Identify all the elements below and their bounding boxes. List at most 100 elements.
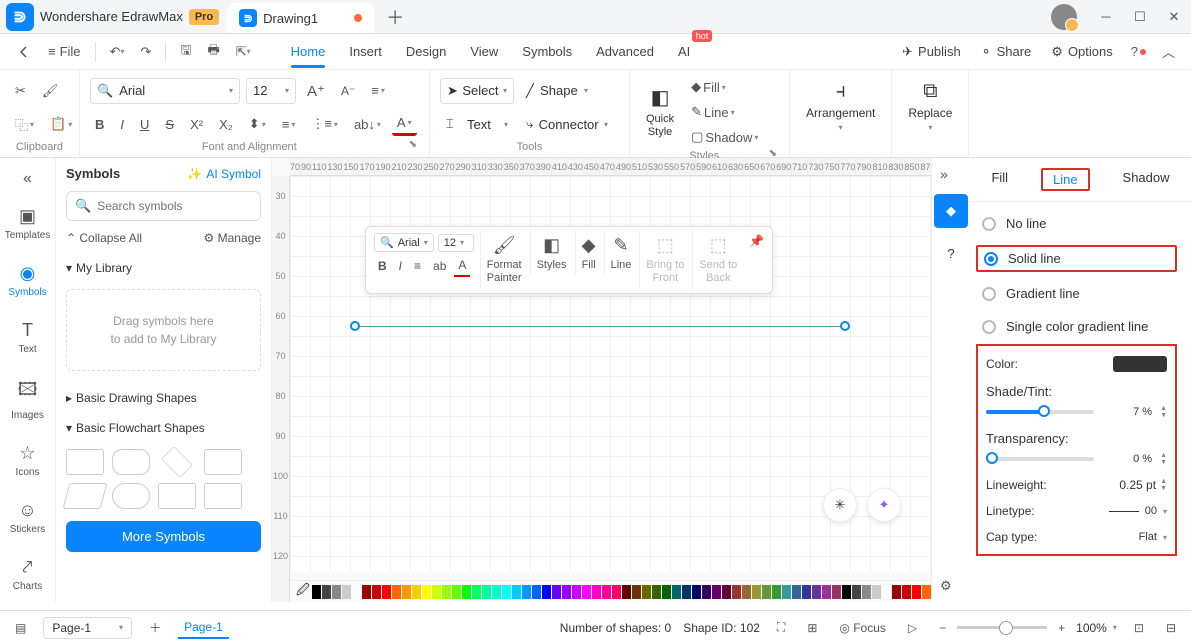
focus-button[interactable]: ◎ Focus — [834, 618, 891, 638]
ai-symbol-button[interactable]: ✨ AI Symbol — [187, 167, 261, 181]
color-swatch-item[interactable] — [612, 585, 621, 599]
tab-ai[interactable]: AIhot — [678, 36, 690, 67]
color-swatch-item[interactable] — [632, 585, 641, 599]
color-swatch-item[interactable] — [642, 585, 651, 599]
shape-doc[interactable] — [204, 449, 242, 475]
rail-charts[interactable]: ⤤Charts — [4, 549, 52, 600]
color-swatch-item[interactable] — [752, 585, 761, 599]
color-swatch-item[interactable] — [522, 585, 531, 599]
linetype-select[interactable]: 00▾ — [1109, 505, 1167, 517]
list-button[interactable]: ⋮≡ ▾ — [306, 113, 343, 135]
back-button[interactable] — [10, 40, 38, 64]
rail-stickers[interactable]: ☺Stickers — [4, 492, 52, 543]
collapse-all-button[interactable]: ⌃ Collapse All — [66, 231, 142, 245]
color-swatch-item[interactable] — [672, 585, 681, 599]
tab-view[interactable]: View — [470, 36, 498, 67]
replace-button[interactable]: ⧉Replace▾ — [902, 76, 958, 136]
color-swatch-item[interactable] — [422, 585, 431, 599]
manage-button[interactable]: ⚙ Manage — [204, 231, 261, 245]
publish-button[interactable]: ✈ Publish — [894, 40, 969, 64]
minimize-button[interactable]: ─ — [1089, 0, 1123, 34]
connector-tool[interactable]: ⤷ Connector▾ — [520, 111, 614, 137]
more-symbols-button[interactable]: More Symbols — [66, 521, 261, 552]
color-swatch-item[interactable] — [482, 585, 491, 599]
color-swatch-item[interactable] — [792, 585, 801, 599]
tab-shadow[interactable]: Shadow — [1113, 168, 1180, 191]
arrangement-button[interactable]: ⫞Arrangement▾ — [800, 76, 881, 136]
shape-capsule[interactable] — [112, 483, 150, 509]
color-swatch-item[interactable] — [352, 585, 361, 599]
fit-page-button[interactable]: ⊡ — [1129, 618, 1149, 638]
increase-font-button[interactable]: A⁺ — [302, 79, 330, 103]
undo-button[interactable]: ↶ ▾ — [104, 40, 131, 64]
color-swatch-item[interactable] — [372, 585, 381, 599]
float-italic[interactable]: I — [395, 256, 406, 276]
shadow-button[interactable]: ▢ Shadow ▾ — [686, 126, 763, 148]
rail-collapse-button[interactable]: « — [19, 166, 36, 192]
font-size-select[interactable]: 12▾ — [246, 78, 296, 104]
shape-parallelogram[interactable] — [63, 483, 108, 509]
color-swatch-item[interactable] — [442, 585, 451, 599]
shape-stored[interactable] — [204, 483, 242, 509]
canvas[interactable]: 🔍 Arial▾ 12▾ B I ≡ ab A 🖌Format Painter … — [290, 176, 931, 572]
float-font-select[interactable]: 🔍 Arial▾ — [374, 233, 434, 252]
tab-line[interactable]: Line — [1041, 168, 1090, 191]
lineweight-stepper[interactable]: ▲▼ — [1160, 478, 1167, 492]
line-handle-start[interactable] — [350, 321, 360, 331]
color-swatch-item[interactable] — [762, 585, 771, 599]
color-swatch-item[interactable] — [382, 585, 391, 599]
float-align[interactable]: ≡ — [410, 256, 425, 276]
my-library-section[interactable]: ▾ My Library — [66, 253, 261, 283]
color-swatch-item[interactable] — [392, 585, 401, 599]
color-swatch-item[interactable] — [862, 585, 871, 599]
align-button[interactable]: ≡ ▾ — [366, 80, 390, 101]
color-swatch-item[interactable] — [872, 585, 881, 599]
color-picker-icon[interactable]: 🖉 — [296, 581, 310, 603]
document-tab[interactable]: ⋑ Drawing1 — [227, 3, 374, 33]
float-pin[interactable]: 📌 — [745, 231, 768, 251]
color-swatch-item[interactable] — [822, 585, 831, 599]
text-direction-button[interactable]: ab↓ ▾ — [349, 114, 386, 135]
decrease-font-button[interactable]: A⁻ — [336, 81, 360, 101]
tab-advanced[interactable]: Advanced — [596, 36, 654, 67]
transparency-stepper[interactable]: ▲▼ — [1160, 452, 1167, 466]
color-swatch-item[interactable] — [602, 585, 611, 599]
transparency-slider[interactable] — [986, 457, 1094, 461]
color-swatch-item[interactable] — [842, 585, 851, 599]
export-button[interactable]: ⇱ ▾ — [230, 40, 257, 64]
underline-button[interactable]: U — [135, 114, 154, 135]
italic-button[interactable]: I — [115, 114, 129, 135]
copy-button[interactable]: ⿻ ▾ — [10, 112, 39, 137]
shape-rect[interactable] — [66, 449, 104, 475]
color-swatch-item[interactable] — [682, 585, 691, 599]
close-button[interactable]: ✕ — [1157, 0, 1191, 34]
color-swatch-item[interactable] — [832, 585, 841, 599]
float-bold[interactable]: B — [374, 256, 391, 276]
user-avatar[interactable] — [1051, 4, 1077, 30]
basic-flowchart-section[interactable]: ▾ Basic Flowchart Shapes — [66, 413, 261, 443]
gradient-line-radio[interactable]: Gradient line — [976, 282, 1177, 305]
ai-assist-button[interactable]: ✦ — [867, 488, 901, 522]
color-swatch-item[interactable] — [332, 585, 341, 599]
symbols-search[interactable]: 🔍 — [66, 191, 261, 221]
help-pane-icon[interactable]: ? — [934, 236, 968, 270]
color-swatch-item[interactable] — [742, 585, 751, 599]
paste-button[interactable]: 📋 ▾ — [45, 113, 77, 135]
color-swatch-item[interactable] — [562, 585, 571, 599]
auto-layout-button[interactable]: ✳ — [823, 488, 857, 522]
color-swatch-item[interactable] — [312, 585, 321, 599]
tab-design[interactable]: Design — [406, 36, 446, 67]
line-shape[interactable] — [355, 326, 845, 328]
float-size-select[interactable]: 12▾ — [438, 234, 474, 252]
maximize-button[interactable]: ☐ — [1123, 0, 1157, 34]
color-swatch-item[interactable] — [662, 585, 671, 599]
options-button[interactable]: ⚙ Options — [1043, 40, 1120, 64]
color-swatch-item[interactable] — [342, 585, 351, 599]
line-handle-end[interactable] — [840, 321, 850, 331]
color-swatch-item[interactable] — [652, 585, 661, 599]
bold-button[interactable]: B — [90, 114, 109, 135]
rail-text[interactable]: TText — [4, 312, 52, 363]
page-tab[interactable]: Page-1 — [178, 617, 229, 639]
color-swatch-item[interactable] — [912, 585, 921, 599]
save-button[interactable]: 🖫 — [174, 37, 197, 67]
